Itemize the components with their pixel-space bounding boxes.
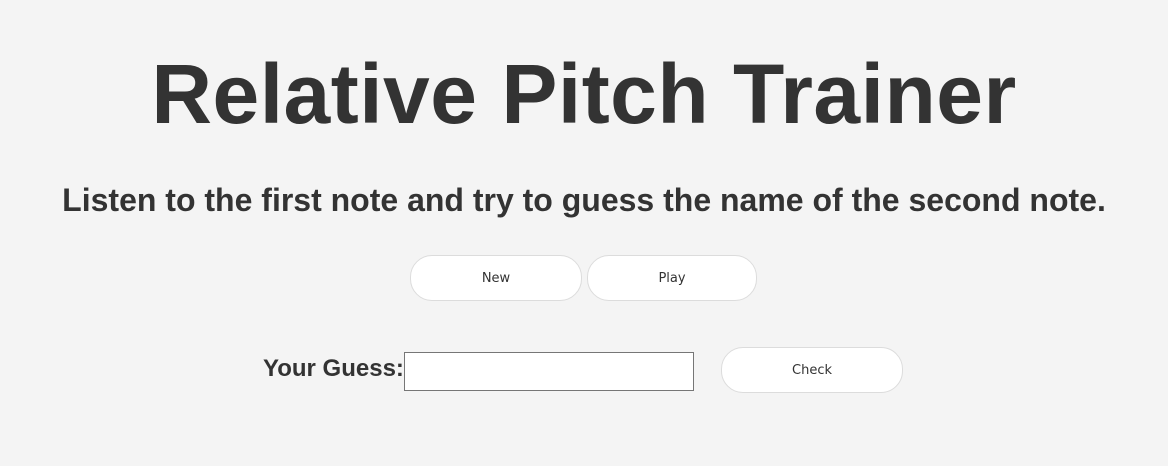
guess-input[interactable]: [404, 352, 694, 391]
page-title: Relative Pitch Trainer: [151, 47, 1017, 141]
check-button[interactable]: Check: [721, 347, 903, 393]
guess-label: Your Guess:: [263, 355, 404, 382]
new-button-label: New: [481, 270, 511, 286]
play-button-label: Play: [658, 270, 686, 286]
instructions-text: Listen to the first note and try to gues…: [62, 182, 1106, 218]
page: Relative Pitch Trainer Listen to the fir…: [0, 0, 1168, 466]
play-button[interactable]: Play: [587, 255, 757, 301]
check-button-label: Check: [792, 362, 832, 378]
new-button[interactable]: New: [410, 255, 582, 301]
